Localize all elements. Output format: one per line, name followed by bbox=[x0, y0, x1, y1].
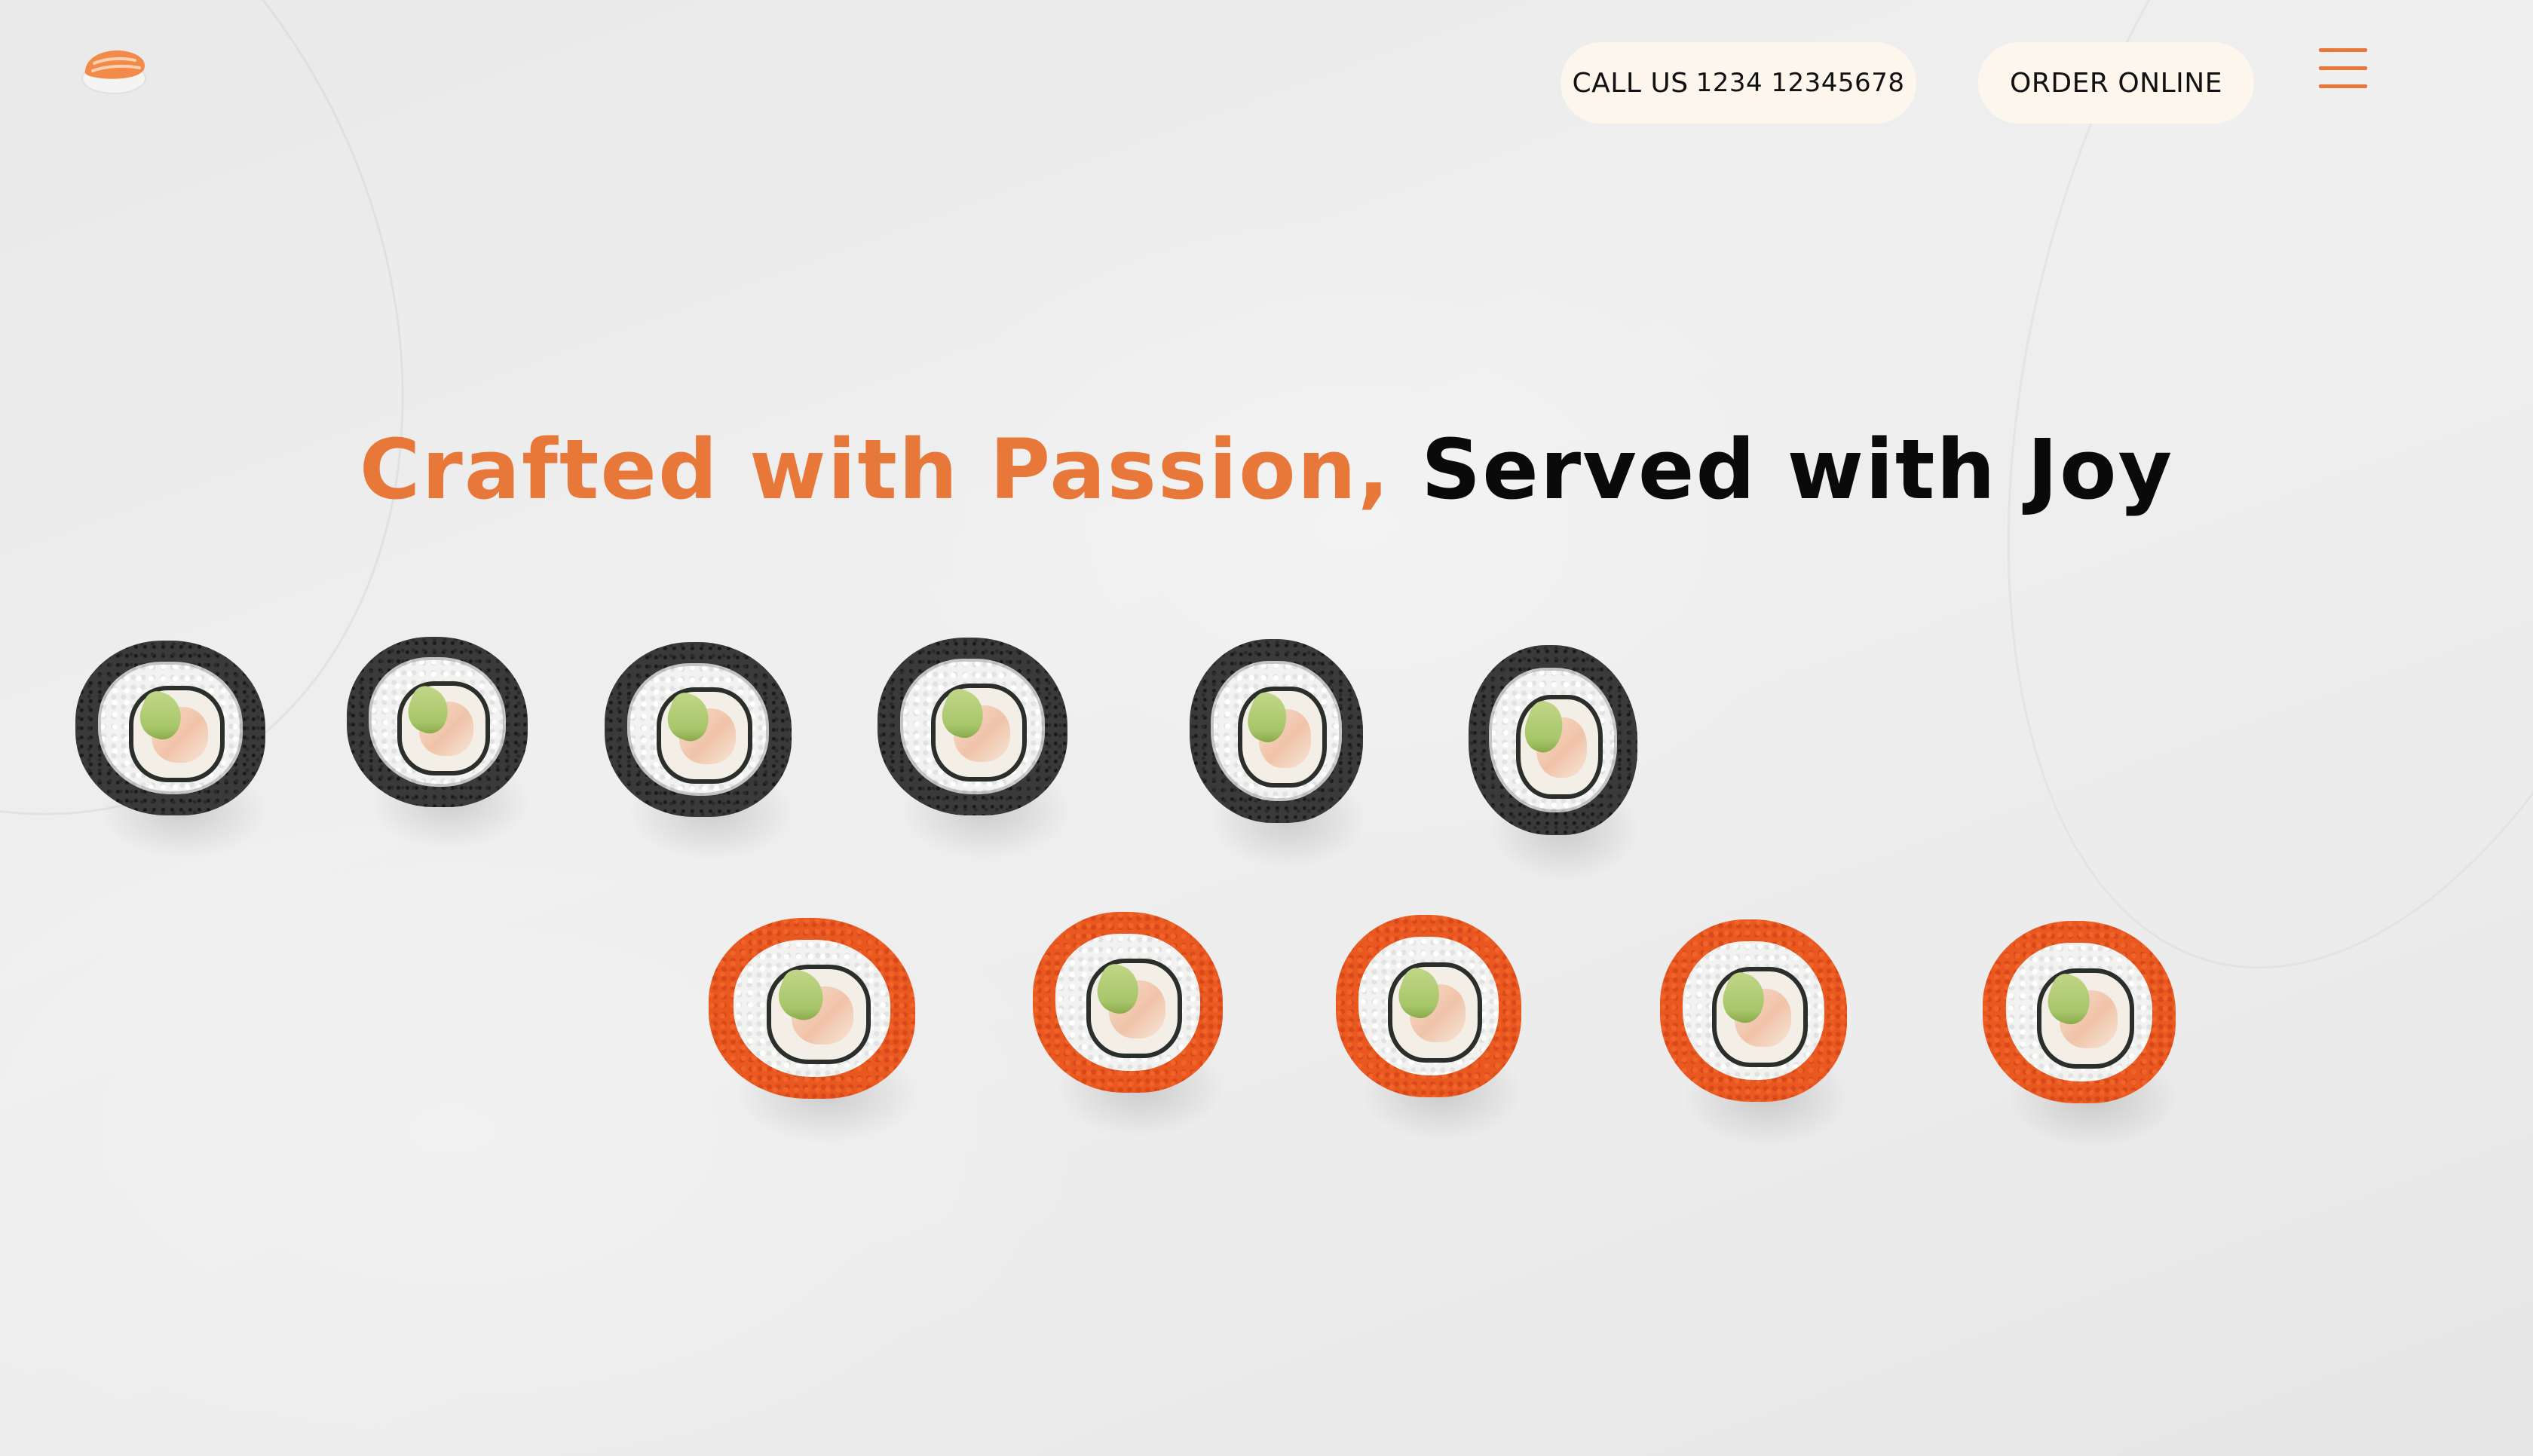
call-us-button[interactable]: CALL US 1234 12345678 bbox=[1561, 42, 1916, 124]
sushi-roll-orange bbox=[1660, 919, 1851, 1148]
sushi-roll-black bbox=[1469, 645, 1641, 882]
call-us-label: CALL US bbox=[1572, 67, 1689, 99]
order-online-label: ORDER ONLINE bbox=[2010, 67, 2222, 99]
headline-rest: Served with Joy bbox=[1421, 421, 2174, 518]
phone-number: 1234 12345678 bbox=[1695, 68, 1905, 98]
order-online-button[interactable]: ORDER ONLINE bbox=[1978, 42, 2254, 124]
sushi-nigiri-icon[interactable] bbox=[79, 44, 149, 96]
sushi-roll-black bbox=[347, 637, 531, 850]
sushi-roll-orange bbox=[709, 918, 920, 1144]
sushi-roll-orange bbox=[1983, 921, 2180, 1149]
sushi-roll-orange bbox=[1033, 912, 1227, 1138]
headline-accent: Crafted with Passion, bbox=[359, 421, 1391, 518]
sushi-roll-black bbox=[605, 642, 795, 861]
sushi-roll-black bbox=[75, 641, 270, 859]
sushi-roll-black bbox=[1190, 639, 1367, 869]
hamburger-menu-icon[interactable] bbox=[2314, 44, 2372, 95]
hero-headline: Crafted with Passion, Served with Joy bbox=[0, 413, 2533, 526]
sushi-roll-orange bbox=[1336, 915, 1525, 1143]
sushi-roll-black bbox=[878, 638, 1072, 860]
